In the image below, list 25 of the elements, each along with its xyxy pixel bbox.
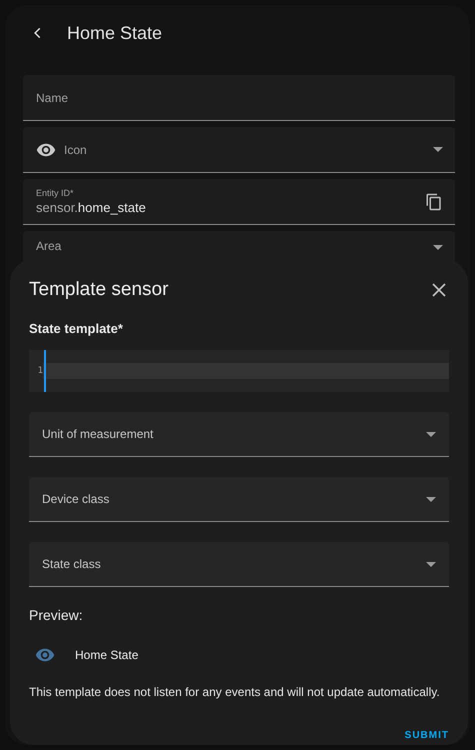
preview-heading: Preview: [29, 607, 84, 623]
dropdown-caret-icon [426, 432, 436, 436]
dialog-title: Template sensor [29, 279, 168, 301]
submit-button[interactable]: SUBMIT [404, 726, 449, 745]
dropdown-select[interactable]: Device class [29, 477, 449, 522]
dropdown-caret-icon [426, 496, 436, 502]
dropdown-caret-icon [433, 245, 443, 250]
name-field[interactable]: Name [23, 75, 455, 121]
field-label: State template* [29, 321, 124, 336]
field-value: sensor.home_state [36, 200, 147, 215]
code-editor[interactable]: 1 [29, 350, 449, 392]
copy-icon[interactable] [425, 192, 443, 210]
dropdown-caret-icon [433, 147, 443, 152]
field-label: Entity ID* [36, 188, 75, 198]
line-number: 1 [29, 363, 43, 379]
close-icon [431, 282, 447, 298]
page-title: Home State [67, 22, 162, 44]
preview-message: This template does not listen for any events and will not update automatically. [29, 685, 441, 699]
text-cursor [44, 350, 46, 392]
dropdown-select[interactable]: State class [29, 542, 449, 587]
dropdown-caret-icon [426, 562, 436, 566]
icon-select[interactable]: Icon [23, 127, 455, 173]
entity-name: Home State [75, 648, 138, 662]
entity-id-field[interactable]: Entity ID* sensor.home_state [23, 179, 455, 225]
dropdown-select[interactable]: Unit of measurement [29, 412, 449, 457]
